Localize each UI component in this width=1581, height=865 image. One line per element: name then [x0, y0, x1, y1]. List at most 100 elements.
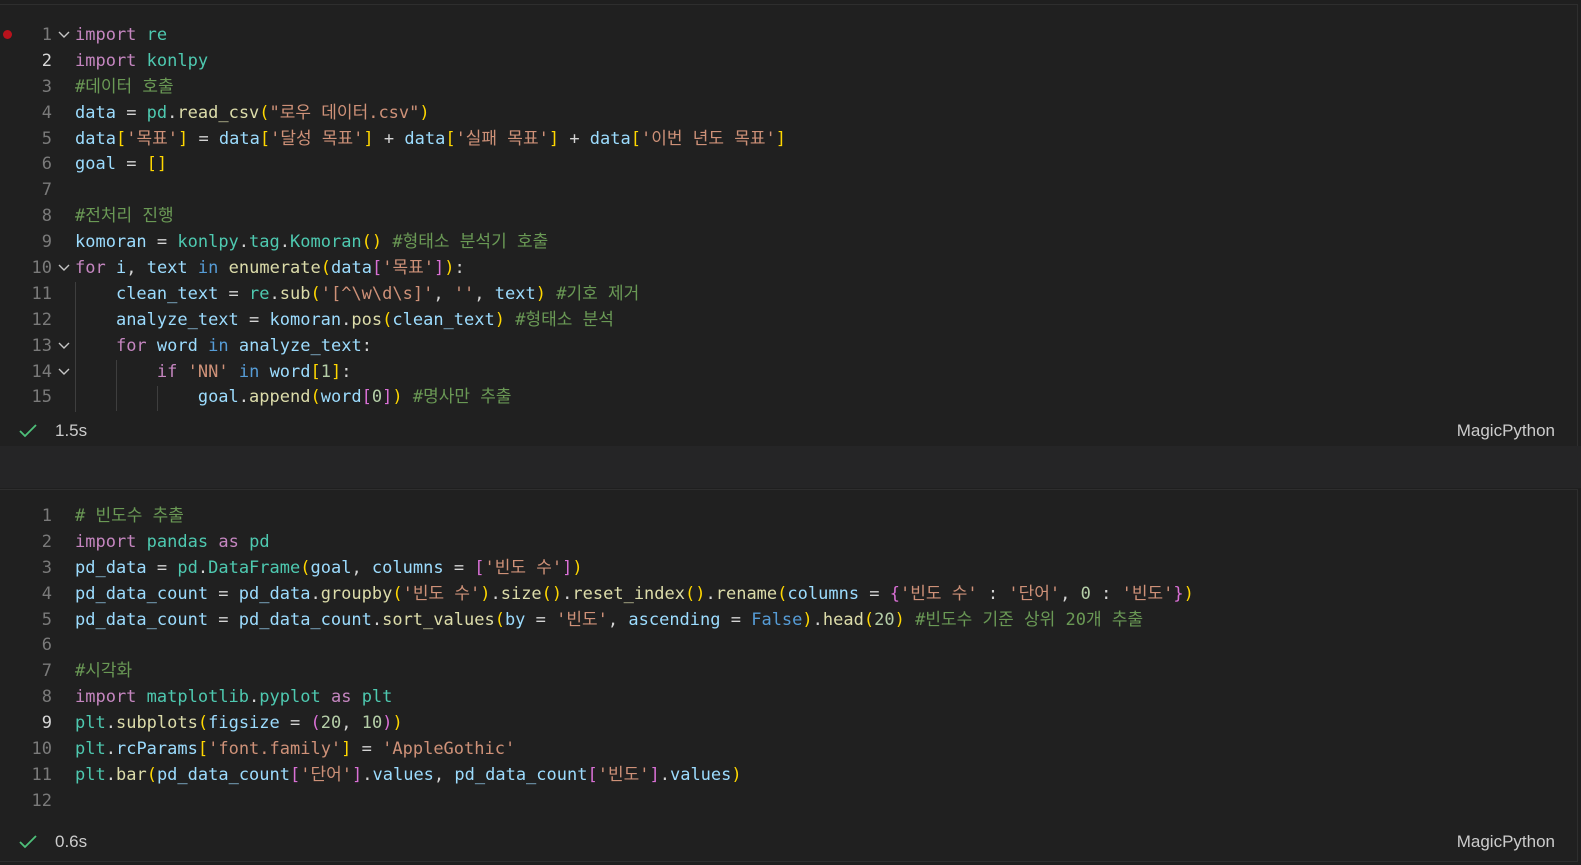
code-line[interactable]: 15 goal.append(word[0]) #명사만 추출	[0, 385, 1560, 411]
code-line[interactable]: 1 import re	[0, 23, 1560, 49]
code-text: plt.bar(pd_data_count['단어'].values, pd_d…	[75, 763, 742, 789]
code-token: '[^\w\d\s]'	[320, 283, 434, 304]
line-number: 7	[41, 180, 52, 201]
code-token: =	[146, 232, 178, 253]
code-token: 0	[371, 387, 383, 408]
code-line[interactable]: 3 #데이터 호출	[0, 75, 1560, 101]
code-line[interactable]: 1 # 빈도수 추출	[0, 504, 1560, 530]
code-line[interactable]: 4 pd_data_count = pd_data.groupby('빈도 수')…	[0, 582, 1560, 608]
code-text: pd_data_count = pd_data_count.sort_value…	[75, 608, 1143, 634]
code-token: for	[75, 258, 106, 279]
code-token: pd_data_count	[156, 764, 290, 785]
code-token: goal	[75, 154, 116, 175]
code-cell-2[interactable]: 1 # 빈도수 추출 2 import pandas as pd 3 pd_data = …	[0, 489, 1578, 862]
code-token: pd_data_count	[454, 764, 588, 785]
code-token: pd	[249, 531, 270, 552]
code-token: [	[361, 387, 372, 408]
code-token: '단어'	[300, 764, 352, 785]
code-token: # 빈도수 추출	[75, 506, 184, 526]
code-editor[interactable]: 1 # 빈도수 추출 2 import pandas as pd 3 pd_data = …	[0, 504, 1560, 815]
code-token: '달성 목표'	[270, 128, 364, 149]
code-token: data	[75, 128, 116, 149]
code-line[interactable]: 9 plt.subplots(figsize = (20, 10))	[0, 711, 1560, 737]
code-token: .	[659, 764, 670, 785]
code-line[interactable]: 7	[0, 178, 1560, 204]
code-line[interactable]: 2 import pandas as pd	[0, 530, 1560, 556]
code-line[interactable]: 5 pd_data_count = pd_data_count.sort_valu…	[0, 608, 1560, 634]
line-number: 15	[31, 387, 52, 408]
code-token: '단어'	[1008, 583, 1061, 604]
code-token: =	[208, 583, 239, 604]
code-line[interactable]: 5 data['목표'] = data['달성 목표'] + data['실패 목…	[0, 127, 1560, 153]
code-line[interactable]: 12	[0, 789, 1560, 815]
code-token: :	[454, 258, 465, 279]
code-token: i	[115, 258, 127, 279]
code-token: .	[705, 583, 716, 604]
code-token: word	[320, 387, 362, 408]
code-line[interactable]: 13 for word in analyze_text:	[0, 334, 1560, 360]
code-text: plt.rcParams['font.family'] = 'AppleGoth…	[75, 737, 515, 763]
code-text: import pandas as pd	[75, 530, 270, 556]
code-token: +	[559, 128, 590, 149]
code-token: .	[238, 232, 250, 253]
code-line[interactable]: 6 goal = []	[0, 152, 1560, 178]
code-token: clean_text	[115, 283, 219, 304]
code-token: append	[249, 387, 311, 408]
line-number: 2	[41, 531, 52, 552]
cell-language-label[interactable]: MagicPython	[1457, 421, 1555, 441]
code-line[interactable]: 7 #시각화	[0, 659, 1560, 685]
code-token: [	[290, 764, 301, 785]
code-token: 'NN'	[187, 361, 229, 382]
code-token: [	[630, 128, 641, 149]
code-token: read_csv	[177, 102, 260, 123]
code-token: analyze_text	[238, 335, 362, 356]
code-token: [	[445, 128, 456, 149]
code-editor[interactable]: 1 import re 2 import konlpy 3 #데이터 호출 4 data = …	[0, 23, 1560, 412]
execution-time: 1.5s	[55, 421, 88, 440]
code-line[interactable]: 8 #전처리 진행	[0, 204, 1560, 230]
code-token: columns	[371, 557, 444, 578]
code-token: .	[562, 583, 573, 604]
code-token: plt	[361, 687, 393, 708]
line-number: 5	[41, 128, 52, 149]
code-token: head	[822, 609, 864, 630]
code-token: komoran	[75, 232, 147, 253]
code-token: )	[444, 258, 455, 279]
code-line[interactable]: 11 clean_text = re.sub('[^\w\d\s]', '', …	[0, 282, 1560, 308]
code-token: :	[341, 361, 352, 382]
code-line[interactable]: 14 if 'NN' in word[1]:	[0, 360, 1560, 386]
code-cell-1[interactable]: 1 import re 2 import konlpy 3 #데이터 호출 4 data = …	[0, 4, 1578, 447]
cell-language-label[interactable]: MagicPython	[1457, 832, 1555, 852]
code-line[interactable]: 8 import matplotlib.pyplot as plt	[0, 685, 1560, 711]
line-number: 5	[41, 609, 52, 630]
code-token: #빈도수 기준 상위 20개 추출	[915, 609, 1144, 630]
code-line[interactable]: 4 data = pd.read_csv("로우 데이터.csv")	[0, 101, 1560, 127]
code-token: (	[197, 713, 209, 734]
code-line[interactable]: 10 plt.rcParams['font.family'] = 'AppleGo…	[0, 737, 1560, 763]
code-line[interactable]: 11 plt.bar(pd_data_count['단어'].values, pd…	[0, 763, 1560, 789]
code-line[interactable]: 6	[0, 633, 1560, 659]
code-token: '빈도 수'	[402, 583, 481, 604]
code-line[interactable]: 10 for i, text in enumerate(data['목표']):	[0, 256, 1560, 282]
code-token: .	[105, 713, 116, 734]
code-line[interactable]: 9 komoran = konlpy.tag.Komoran() #형태소 분석기…	[0, 230, 1560, 256]
code-token: .	[238, 387, 250, 408]
code-token: pd_data_count	[238, 609, 372, 630]
code-token: data	[218, 128, 260, 149]
code-token: pd_data_count	[75, 583, 209, 604]
code-token: ,	[607, 609, 629, 630]
code-token: values	[372, 764, 434, 785]
code-line[interactable]: 2 import konlpy	[0, 49, 1560, 75]
code-token: #기호 제거	[556, 283, 640, 304]
code-line[interactable]: 12 analyze_text = komoran.pos(clean_text…	[0, 308, 1560, 334]
code-token: ()	[685, 583, 706, 604]
code-line[interactable]: 3 pd_data = pd.DataFrame(goal, columns = …	[0, 556, 1560, 582]
code-token: sub	[279, 283, 311, 304]
success-check-icon	[19, 834, 37, 854]
code-text: for i, text in enumerate(data['목표']):	[75, 256, 465, 282]
